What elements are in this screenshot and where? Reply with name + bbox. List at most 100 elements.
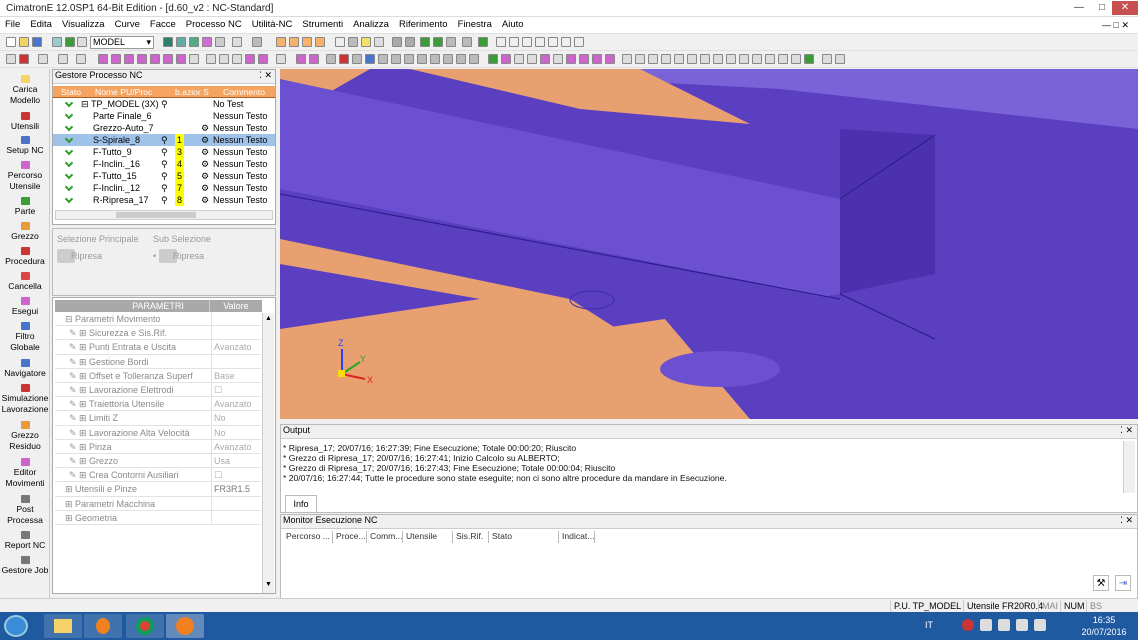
view-back-icon[interactable] [561, 37, 571, 47]
tool-esegui[interactable]: Esegui [0, 297, 50, 317]
save-icon[interactable] [32, 37, 42, 47]
expand-icon[interactable]: ⊞ [79, 340, 87, 354]
close-button[interactable]: ✕ [1112, 1, 1138, 15]
snap-icon[interactable] [501, 54, 511, 64]
menu-curve[interactable]: Curve [110, 17, 145, 33]
arrow-icon[interactable] [189, 54, 199, 64]
tool-utensili[interactable]: Utensili [0, 112, 50, 132]
param-row[interactable]: ✎ ⊞ Traiettoria Utensile Avanzato [55, 397, 261, 412]
table-row[interactable]: F-Inclin._12 ⚲ 7 ⚙ Nessun Testo [53, 182, 275, 194]
select-all-icon[interactable] [76, 54, 86, 64]
col-nome[interactable]: Nome PU/Proc [95, 86, 152, 98]
scroll-thumb[interactable] [116, 212, 196, 218]
tree-expand-icon[interactable]: ⊟ [81, 98, 89, 110]
shade2-icon[interactable] [339, 54, 349, 64]
tab-info[interactable]: Info [285, 495, 317, 512]
expand-icon[interactable]: ⊞ [79, 369, 87, 383]
tool-grezzo[interactable]: Grezzo [0, 222, 50, 242]
tools-icon[interactable]: ⚒ [1093, 575, 1109, 591]
axis-icon[interactable] [276, 54, 286, 64]
layer-manager-icon[interactable] [163, 37, 173, 47]
param-row[interactable]: ⊟ Parametri Movimento [55, 312, 261, 327]
lasso-icon[interactable] [58, 54, 68, 64]
check-icon[interactable] [488, 54, 498, 64]
snap5-icon[interactable] [553, 54, 563, 64]
menu-utilita-nc[interactable]: Utilità-NC [247, 17, 298, 33]
table-row[interactable]: Grezzo-Auto_7 ⚙ Nessun Testo [53, 122, 275, 134]
shade5-icon[interactable] [378, 54, 388, 64]
tool-carica-modello[interactable]: Carica Modello [0, 75, 50, 106]
expand-icon[interactable]: ⊞ [79, 355, 87, 369]
arc2-icon[interactable] [674, 54, 684, 64]
filter-select-icon[interactable] [38, 54, 48, 64]
model-icon[interactable] [65, 37, 75, 47]
curve5-icon[interactable] [778, 54, 788, 64]
col-stato[interactable]: Stato [61, 86, 81, 98]
shade11-icon[interactable] [456, 54, 466, 64]
arrow2-icon[interactable] [206, 54, 216, 64]
mdi-window-controls[interactable]: — □ ✕ [1097, 17, 1134, 33]
pin-icon[interactable] [374, 37, 384, 47]
param-row[interactable]: ✎ ⊞ Lavorazione Elettrodi ☐ [55, 383, 261, 398]
arrow-pink6-icon[interactable] [163, 54, 173, 64]
col-percorso[interactable]: Percorso ... [283, 531, 333, 543]
tray-icon[interactable] [980, 619, 992, 631]
menu-strumenti[interactable]: Strumenti [297, 17, 348, 33]
open-folder-icon[interactable] [19, 37, 29, 47]
snap9-icon[interactable] [605, 54, 615, 64]
snap6-icon[interactable] [566, 54, 576, 64]
col-bazior[interactable]: b.azior S [175, 86, 209, 98]
shade12-icon[interactable] [469, 54, 479, 64]
main-selection-item[interactable]: Ripresa [71, 251, 102, 261]
param-row[interactable]: ✎ ⊞ Offset e Tolleranza Superf Base [55, 368, 261, 383]
arrow4-icon[interactable] [232, 54, 242, 64]
col-proce[interactable]: Proce... [333, 531, 367, 543]
menu-file[interactable]: File [0, 17, 25, 33]
panel-icon[interactable] [276, 37, 286, 47]
model-3d-view[interactable]: Z Y X [280, 69, 1138, 419]
shade10-icon[interactable] [443, 54, 453, 64]
arrow3-icon[interactable] [219, 54, 229, 64]
col-sisrif[interactable]: Sis.Rif. [453, 531, 489, 543]
param-row[interactable]: ✎ ⊞ Lavorazione Alta Velocità No [55, 425, 261, 440]
expand-icon[interactable]: ⊞ [65, 497, 73, 511]
params-scrollbar[interactable]: ▲ ▼ [262, 313, 274, 593]
tray2-icon[interactable] [998, 619, 1010, 631]
set-icon[interactable] [176, 37, 186, 47]
param-row[interactable]: ⊞ Geometria [55, 510, 261, 525]
view-top-icon[interactable] [509, 37, 519, 47]
param-row[interactable]: ✎ ⊞ Punti Entrata e Uscita Avanzato [55, 340, 261, 355]
menu-riferimento[interactable]: Riferimento [394, 17, 453, 33]
pointer-icon[interactable] [335, 37, 345, 47]
param-row[interactable]: ⊞ Utensili e Pinze FR3R1.5 [55, 482, 261, 497]
print-icon[interactable] [252, 37, 262, 47]
table-row[interactable]: R-Ripresa_17 ⚲ 8 ⚙ Nessun Testo [53, 194, 275, 206]
arrow-pink11-icon[interactable] [309, 54, 319, 64]
shade6-icon[interactable] [391, 54, 401, 64]
param-value[interactable] [211, 510, 261, 525]
expand-icon[interactable]: ⊞ [79, 383, 87, 397]
param-row[interactable]: ✎ ⊞ Grezzo Usa [55, 454, 261, 469]
param-value[interactable]: Usa [211, 454, 261, 468]
back-icon[interactable] [392, 37, 402, 47]
panel2-icon[interactable] [289, 37, 299, 47]
param-row[interactable]: ✎ ⊞ Pinza Avanzato [55, 439, 261, 454]
param-value[interactable] [211, 326, 261, 341]
curve4-icon[interactable] [765, 54, 775, 64]
snap8-icon[interactable] [592, 54, 602, 64]
tool-grezzo-residuo[interactable]: Grezzo Residuo [0, 421, 50, 452]
cube-icon[interactable] [232, 37, 242, 47]
tool-setup-nc[interactable]: Setup NC [0, 136, 50, 156]
param-value[interactable]: No [211, 425, 261, 440]
arrow-pink9-icon[interactable] [258, 54, 268, 64]
view-iso-icon[interactable] [496, 37, 506, 47]
tool-procedura[interactable]: Procedura [0, 247, 50, 267]
arrow-pink7-icon[interactable] [176, 54, 186, 64]
param-value[interactable]: Base [211, 368, 261, 383]
param-value[interactable] [211, 496, 261, 511]
tool-report-nc[interactable]: Report NC [0, 531, 50, 551]
tool-cancella[interactable]: Cancella [0, 272, 50, 292]
volume-icon[interactable] [1034, 619, 1046, 631]
tree5-icon[interactable] [478, 37, 488, 47]
pick-icon[interactable] [6, 54, 16, 64]
